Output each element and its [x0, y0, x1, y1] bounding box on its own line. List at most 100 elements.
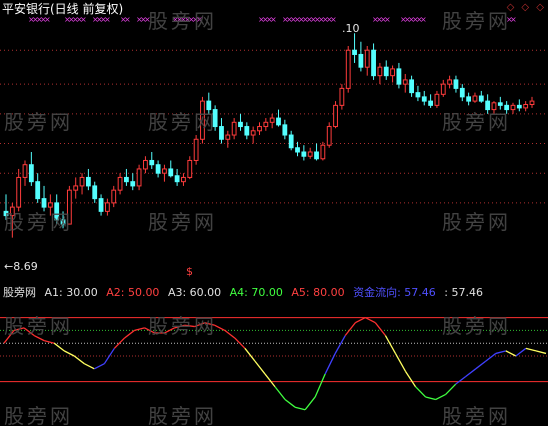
flow-line-segment: [365, 317, 376, 324]
candle-body: [168, 168, 174, 177]
flow-line-segment: [113, 337, 125, 349]
flow-line-segment: [304, 396, 316, 411]
indicator-legend: 股旁网 A1: 30.00 A2: 50.00 A3: 60.00 A4: 70…: [3, 284, 488, 300]
window-controls-icon[interactable]: ◇ ◇ ◇: [507, 2, 546, 13]
candle-body: [85, 176, 91, 187]
flow-line-segment: [415, 386, 427, 398]
watermark: 股旁网: [4, 314, 73, 338]
signal-marker: ×: [124, 15, 131, 24]
candle-body: [149, 159, 155, 166]
candle-body: [447, 79, 453, 85]
flow-line-segment: [53, 342, 65, 352]
candle-body: [136, 168, 142, 187]
watermark: 股旁网: [442, 210, 511, 234]
flow-line-segment: [94, 363, 105, 370]
indicator-name: 股旁网: [3, 286, 36, 299]
legend-flow: 资金流向: 57.46: [353, 286, 436, 299]
candle-body: [459, 87, 465, 98]
legend-a1: A1: 30.00: [44, 286, 98, 299]
flow-line-segment: [334, 335, 346, 354]
flow-line-segment: [445, 383, 457, 395]
candle-body: [326, 126, 332, 146]
signal-marker: ×: [80, 15, 87, 24]
flow-line-segment: [505, 350, 517, 357]
flow-line-segment: [73, 355, 85, 365]
flow-line-segment: [314, 373, 326, 398]
legend-a5: A5: 80.00: [291, 286, 345, 299]
flow-line-segment: [284, 399, 296, 408]
candle-body: [497, 102, 503, 106]
candle-body: [478, 95, 484, 102]
candle-body: [130, 181, 136, 187]
flow-line-segment: [294, 406, 306, 411]
candle-body: [339, 87, 345, 106]
flow-line-segment: [355, 317, 366, 324]
candle-body: [301, 151, 307, 157]
flow-line-segment: [515, 347, 527, 357]
candle-body: [238, 121, 243, 128]
candle-body: [345, 49, 351, 89]
candle-body: [320, 144, 326, 160]
candle-body: [510, 104, 516, 111]
candle-body: [276, 117, 281, 126]
candle-body: [428, 100, 434, 106]
flow-line-segment: [63, 350, 75, 357]
legend-a4: A4: 70.00: [229, 286, 283, 299]
candle-body: [377, 66, 383, 77]
candle-body: [466, 96, 472, 102]
candle-body: [250, 130, 256, 136]
flow-line-segment: [384, 335, 397, 354]
watermark: 股旁网: [442, 110, 511, 134]
watermark: 股旁网: [148, 9, 217, 33]
flow-line-segment: [475, 360, 487, 370]
watermark: 股旁网: [148, 110, 217, 134]
flow-line-segment: [124, 329, 135, 339]
candle-body: [282, 124, 288, 136]
candle-body: [219, 126, 224, 140]
candle-body: [295, 147, 300, 153]
candle-body: [307, 151, 313, 157]
candle-body: [143, 159, 148, 170]
high-price-label: .10: [342, 22, 360, 35]
candle-body: [269, 117, 275, 123]
flow-line-segment: [264, 373, 276, 388]
flow-line-segment: [274, 386, 286, 400]
candle-body: [371, 49, 376, 77]
candle-body: [104, 202, 110, 212]
candle-body: [396, 68, 402, 85]
candle-body: [16, 176, 22, 208]
candle-body: [231, 121, 237, 136]
candle-body: [523, 104, 529, 109]
signal-marker: ×: [330, 15, 337, 24]
chart-window: × × × × × × × × × × × × × × × × × × × × × × × × × × × × × × × × × × × × × × × ×…: [0, 0, 548, 426]
candle-body: [187, 159, 193, 178]
watermark: 股旁网: [442, 314, 511, 338]
flow-line-segment: [404, 371, 417, 388]
candle-body: [117, 176, 123, 191]
signal-marker: ×: [104, 15, 111, 24]
candle-body: [288, 134, 294, 149]
price-chart[interactable]: ××××× ××××× ×××× ×× ××× ××××××× ×××× ××××××××××…: [0, 0, 548, 280]
candle-body: [244, 126, 250, 136]
candle-body: [314, 151, 319, 160]
candle-body: [263, 121, 269, 128]
flow-line-segment: [525, 347, 537, 352]
watermark: 股旁网: [4, 404, 73, 426]
candle-body: [440, 83, 446, 95]
candle-body: [162, 168, 167, 174]
candle-body: [402, 79, 408, 85]
flow-line-segment: [244, 347, 256, 362]
signal-marker: ×: [270, 15, 277, 24]
watermark: 股旁网: [4, 110, 73, 134]
watermark: 股旁网: [442, 404, 511, 426]
signal-marker: ×: [510, 15, 517, 24]
candle-body: [111, 189, 117, 204]
flow-line-segment: [134, 327, 145, 332]
flow-line-segment: [344, 322, 356, 336]
flow-line-segment: [425, 396, 436, 401]
flow-line-segment: [224, 329, 236, 339]
candle-body: [333, 104, 338, 128]
flow-line-segment: [465, 368, 477, 377]
flow-line-segment: [394, 353, 407, 372]
candle-body: [453, 79, 459, 89]
